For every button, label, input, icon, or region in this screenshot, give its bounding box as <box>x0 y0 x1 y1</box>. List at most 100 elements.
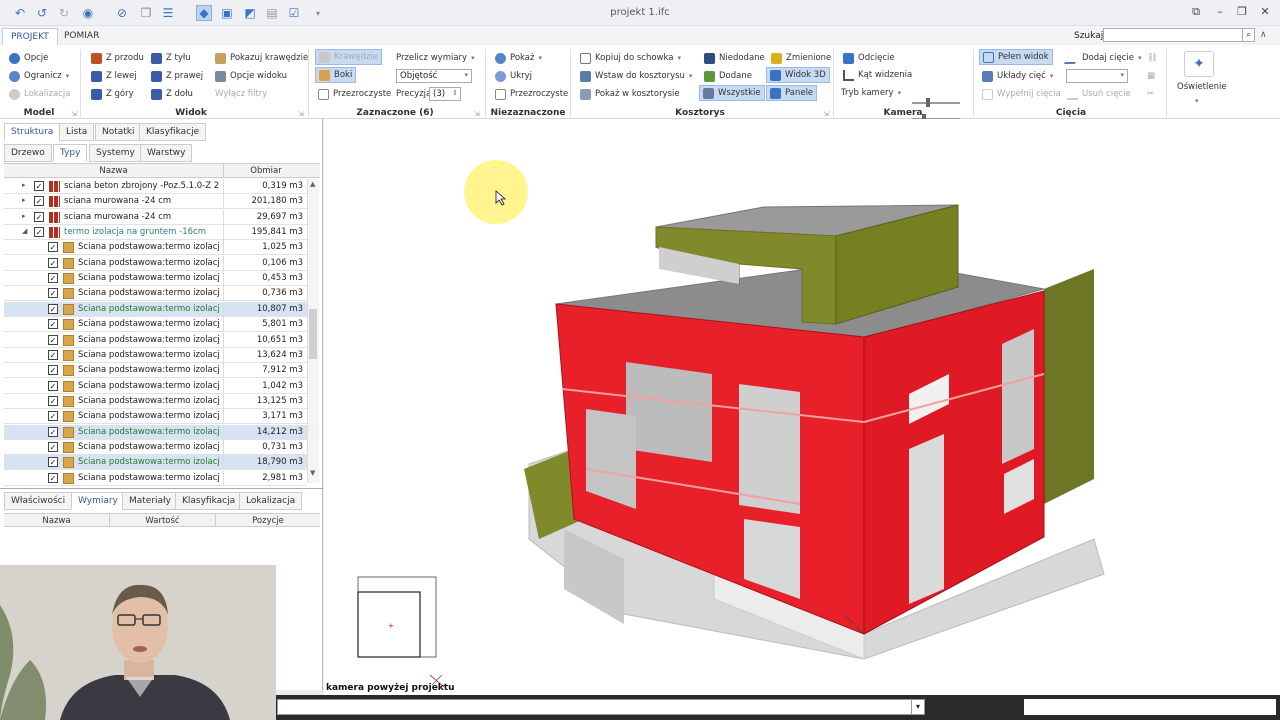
row-checkbox[interactable]: ✓ <box>48 334 58 345</box>
precision-stepper[interactable]: (3) ⇕ <box>429 87 461 101</box>
command-dropdown-icon[interactable]: ▾ <box>911 699 925 715</box>
view-options-button[interactable]: Opcje widoku <box>212 68 290 84</box>
scroll-down-icon[interactable]: ▼ <box>310 469 315 477</box>
tab-klasyfikacje[interactable]: Klasyfikacje <box>139 123 207 141</box>
show-unselected-button[interactable]: Pokaż ▾ <box>492 50 545 66</box>
tree-row[interactable]: ✓ Ściana podstawowa:termo izolacja... 0,45… <box>4 271 307 287</box>
tab-klasyfikacja[interactable]: Klasyfikacja <box>175 492 243 510</box>
tab-projekt[interactable]: PROJEKT <box>2 28 58 45</box>
zaznaczone-launcher-icon[interactable]: ⇲ <box>474 110 480 118</box>
copy-clipboard-button[interactable]: Kopiuj do schowka ▾ <box>577 50 684 66</box>
props-column-wartosc[interactable]: Wartość <box>110 516 215 526</box>
cut-tool3-icon[interactable]: ✂ <box>1144 86 1157 102</box>
tree-row[interactable]: ✓ Ściana podstawowa:termo izolacja... 14,2… <box>4 424 307 440</box>
changed-filter[interactable]: Zmienione <box>768 50 834 66</box>
model-launcher-icon[interactable]: ⇲ <box>71 110 77 118</box>
recalc-button[interactable]: Przelicz wymiary ▾ <box>393 50 478 66</box>
row-checkbox[interactable]: ✓ <box>48 457 58 468</box>
hide-unselected-button[interactable]: Ukryj <box>492 68 535 84</box>
tree-row[interactable]: ✓ Ściana podstawowa:termo izolacja... 10,8… <box>4 301 307 317</box>
transparent-unselected-button[interactable]: Przezroczyste <box>492 86 571 102</box>
tree-row[interactable]: ✓ Ściana podstawowa:termo izolacja... 13,1… <box>4 393 307 409</box>
added-filter[interactable]: Dodane <box>701 68 755 84</box>
building-model[interactable]: + <box>324 119 1280 695</box>
search-icon[interactable]: ⌕ <box>1242 28 1255 42</box>
tree-row[interactable]: ✓ Ściana podstawowa:termo izolacja... 0,73… <box>4 439 307 455</box>
tree-row[interactable]: ▸ ✓ sciana beton zbrojony -Poz.5.1.0-Z 2..… <box>4 179 307 194</box>
search-input[interactable] <box>1103 28 1243 42</box>
props-column-nazwa[interactable]: Nazwa <box>4 516 109 526</box>
tab-materialy[interactable]: Materiały <box>122 492 178 510</box>
tab-wlasciwosci[interactable]: Właściwości <box>4 492 73 510</box>
tree-row[interactable]: ✓ Ściana podstawowa:termo izolacja... 7,91… <box>4 363 307 379</box>
tab-lista[interactable]: Lista <box>59 123 95 141</box>
viewport-3d[interactable]: + <box>324 119 1280 695</box>
row-checkbox[interactable]: ✓ <box>34 211 44 222</box>
row-checkbox[interactable]: ✓ <box>48 303 58 314</box>
kosztorys-launcher-icon[interactable]: ⇲ <box>823 110 829 118</box>
command-input[interactable] <box>277 699 913 715</box>
tab-wymiary[interactable]: Wymiary <box>71 492 125 510</box>
all-filter[interactable]: Wszystkie <box>699 85 765 101</box>
panels-toggle[interactable]: Panele <box>766 85 818 101</box>
transparent-selected-button[interactable]: Przezroczyste <box>315 86 394 102</box>
insert-estimate-button[interactable]: Wstaw do kosztorysu ▾ <box>577 68 695 84</box>
edges-toggle[interactable]: Krawędzie <box>315 49 382 65</box>
clipping-slider[interactable] <box>912 98 960 107</box>
tab-typy[interactable]: Typy <box>53 144 88 162</box>
cut-tool2-icon[interactable]: ▦ <box>1144 68 1158 84</box>
row-checkbox[interactable]: ✓ <box>48 273 58 284</box>
cut-tool1-icon[interactable]: ⛓ <box>1144 50 1161 66</box>
tab-lokalizacja[interactable]: Lokalizacja <box>239 492 303 510</box>
fill-cuts-button[interactable]: Wypełnij cięcia <box>979 86 1064 102</box>
restore-ribbon-icon[interactable]: ⧉ <box>1188 5 1204 19</box>
measure-mode-select[interactable]: Objętość ▾ <box>396 69 472 83</box>
view-3d-toggle[interactable]: Widok 3D <box>766 67 830 83</box>
row-checkbox[interactable]: ✓ <box>34 196 44 207</box>
tree-row[interactable]: ✓ Ściana podstawowa:termo izolacja... 1,02… <box>4 240 307 256</box>
column-obmiar[interactable]: Obmiar <box>224 166 308 176</box>
location-button[interactable]: Lokalizacja <box>6 86 73 102</box>
tree-row[interactable]: ✓ Ściana podstawowa:termo izolacja... 10,6… <box>4 332 307 348</box>
view-left-button[interactable]: Z lewej <box>88 68 140 84</box>
view-front-button[interactable]: Z przodu <box>88 50 147 66</box>
tab-systemy[interactable]: Systemy <box>89 144 142 162</box>
tree-row[interactable]: ✓ Ściana podstawowa:termo izolacja... 3,17… <box>4 409 307 425</box>
tree-row[interactable]: ✓ Ściana podstawowa:termo izolacja... 0,73… <box>4 286 307 302</box>
row-checkbox[interactable]: ✓ <box>48 349 58 360</box>
row-checkbox[interactable]: ✓ <box>48 288 58 299</box>
disable-filters-button[interactable]: Wyłącz filtry <box>212 86 270 102</box>
limit-button[interactable]: Ogranicz ▾ <box>6 68 72 84</box>
row-checkbox[interactable]: ✓ <box>48 319 58 330</box>
full-view-toggle[interactable]: Pełen widok <box>979 49 1053 65</box>
tab-warstwy[interactable]: Warstwy <box>140 144 193 162</box>
tree-row[interactable]: ✓ Ściana podstawowa:termo izolacja... 5,80… <box>4 317 307 333</box>
camera-mode-dropdown[interactable]: Tryb kamery ▾ <box>838 85 904 101</box>
lighting-dropdown-icon[interactable]: ▾ <box>1192 93 1202 109</box>
view-right-button[interactable]: Z prawej <box>148 68 206 84</box>
clipping-button[interactable]: Odcięcie <box>840 50 898 66</box>
tree-row[interactable]: ▸ ✓ sciana murowana -24 cm 201,180 m3 <box>4 194 307 210</box>
view-top-button[interactable]: Z góry <box>88 86 137 102</box>
tree-row[interactable]: ✓ Ściana podstawowa:termo izolacja... 1,04… <box>4 378 307 394</box>
maximize-icon[interactable]: ❐ <box>1234 5 1250 19</box>
cut-select[interactable]: ▾ <box>1066 69 1128 83</box>
row-checkbox[interactable]: ✓ <box>48 395 58 406</box>
sides-toggle[interactable]: Boki <box>315 67 357 83</box>
row-checkbox[interactable]: ✓ <box>48 380 58 391</box>
lighting-button[interactable]: ✦ <box>1184 51 1214 77</box>
fov-button[interactable]: Kąt widzenia <box>840 67 915 83</box>
row-checkbox[interactable]: ✓ <box>48 441 58 452</box>
tree-scroll-thumb[interactable] <box>309 309 317 359</box>
cut-layouts-button[interactable]: Układy cięć ▾ <box>979 68 1056 84</box>
scroll-up-icon[interactable]: ▲ <box>310 180 315 188</box>
view-back-button[interactable]: Z tyłu <box>148 50 194 66</box>
widok-launcher-icon[interactable]: ⇲ <box>298 110 304 118</box>
remove-cut-button[interactable]: Usuń cięcie <box>1064 86 1134 102</box>
view-bottom-button[interactable]: Z dołu <box>148 86 196 102</box>
tab-pomiar[interactable]: POMIAR <box>56 28 107 45</box>
tree-row[interactable]: ✓ Ściana podstawowa:termo izolacja... 0,10… <box>4 255 307 271</box>
row-checkbox[interactable]: ✓ <box>34 181 44 191</box>
close-icon[interactable]: ✕ <box>1257 5 1273 19</box>
row-checkbox[interactable]: ✓ <box>48 242 58 253</box>
